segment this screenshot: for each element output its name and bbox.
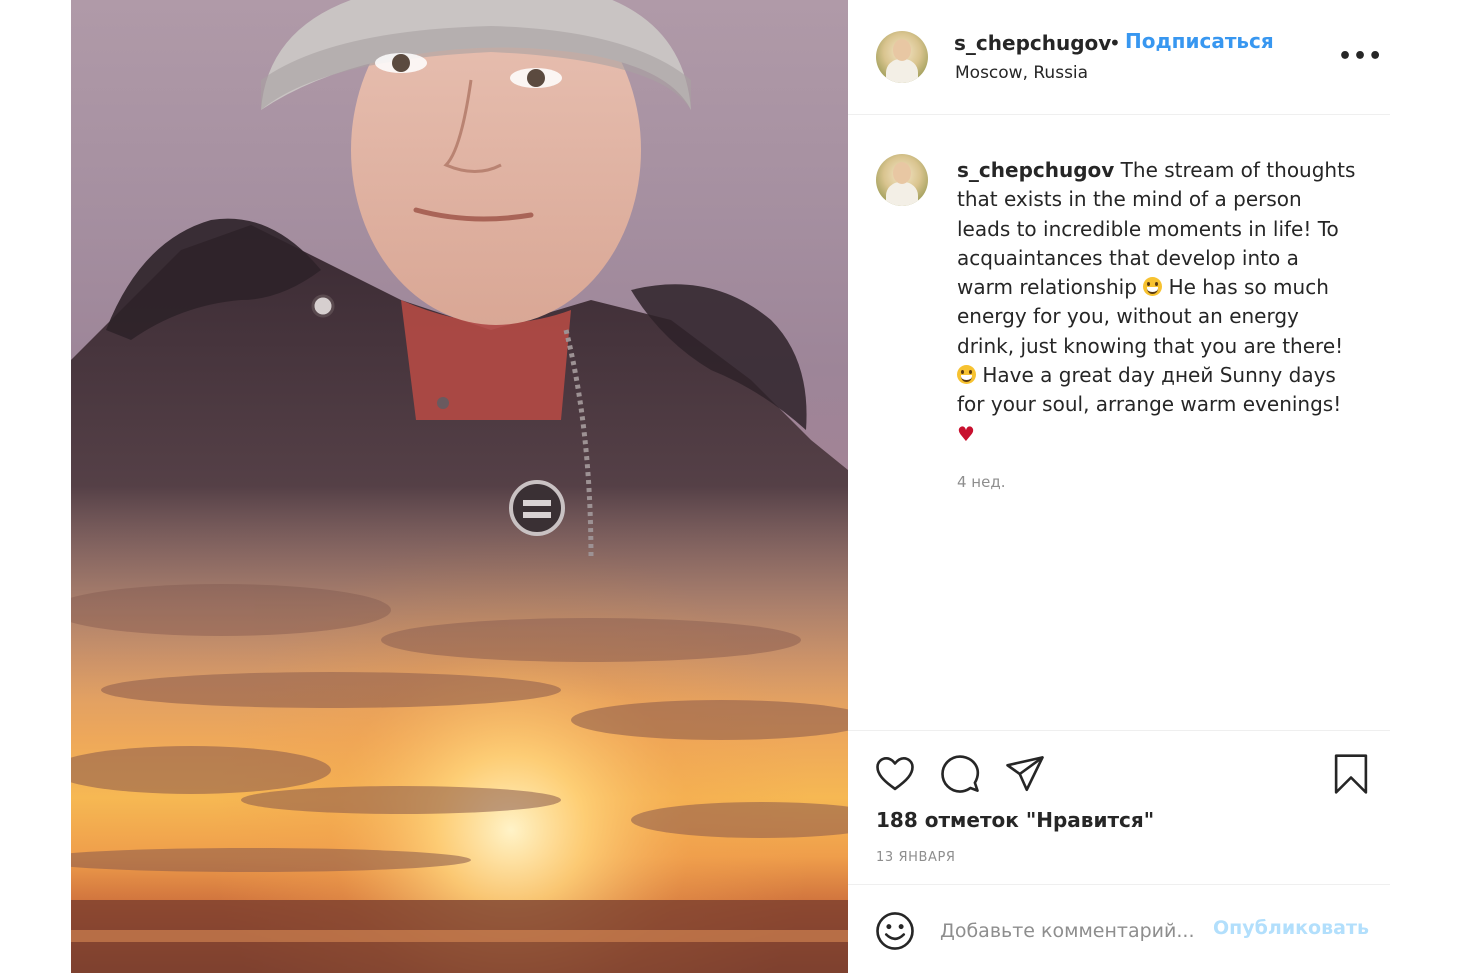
share-icon[interactable] [1004,753,1046,795]
red-heart-emoji-icon: ♥ [957,421,975,446]
post-date: 13 ЯНВАРЯ [876,850,956,865]
post-photo[interactable] [71,0,848,973]
more-options-icon[interactable]: ••• [1338,44,1383,69]
smiling-face-emoji-icon [957,365,976,385]
selfie-sunset-image [71,0,848,973]
author-avatar[interactable] [876,31,928,83]
caption-time-ago: 4 нед. [957,473,1006,491]
caption-username[interactable]: s_chepchugov [957,158,1114,182]
caption-part-3: Have a great day дней Sunny days for you… [957,363,1342,417]
follow-button[interactable]: Подписаться [1125,29,1274,53]
publish-button[interactable]: Опубликовать [1213,917,1369,939]
post-header: s_chepchugov • Подписаться Moscow, Russi… [848,0,1390,115]
grinning-face-emoji-icon [1143,277,1163,297]
caption-section: s_chepchugov The stream of thoughts that… [848,116,1390,730]
heart-icon[interactable] [874,753,916,795]
bookmark-icon[interactable] [1330,753,1372,795]
caption-text: s_chepchugov The stream of thoughts that… [957,156,1357,449]
author-username[interactable]: s_chepchugov [954,31,1111,55]
actions-section: 188 отметок "Нравится" 13 ЯНВАРЯ [848,730,1390,885]
post-location[interactable]: Moscow, Russia [955,63,1088,83]
comment-icon[interactable] [939,753,981,795]
likes-count[interactable]: 188 отметок "Нравится" [876,808,1154,832]
smiley-icon[interactable] [874,910,916,952]
comment-bar: Опубликовать [848,886,1390,973]
post-side-panel: s_chepchugov • Подписаться Moscow, Russi… [848,0,1390,973]
separator-dot: • [1109,31,1121,55]
comment-input[interactable] [940,916,1210,946]
caption-author-avatar[interactable] [876,154,928,206]
